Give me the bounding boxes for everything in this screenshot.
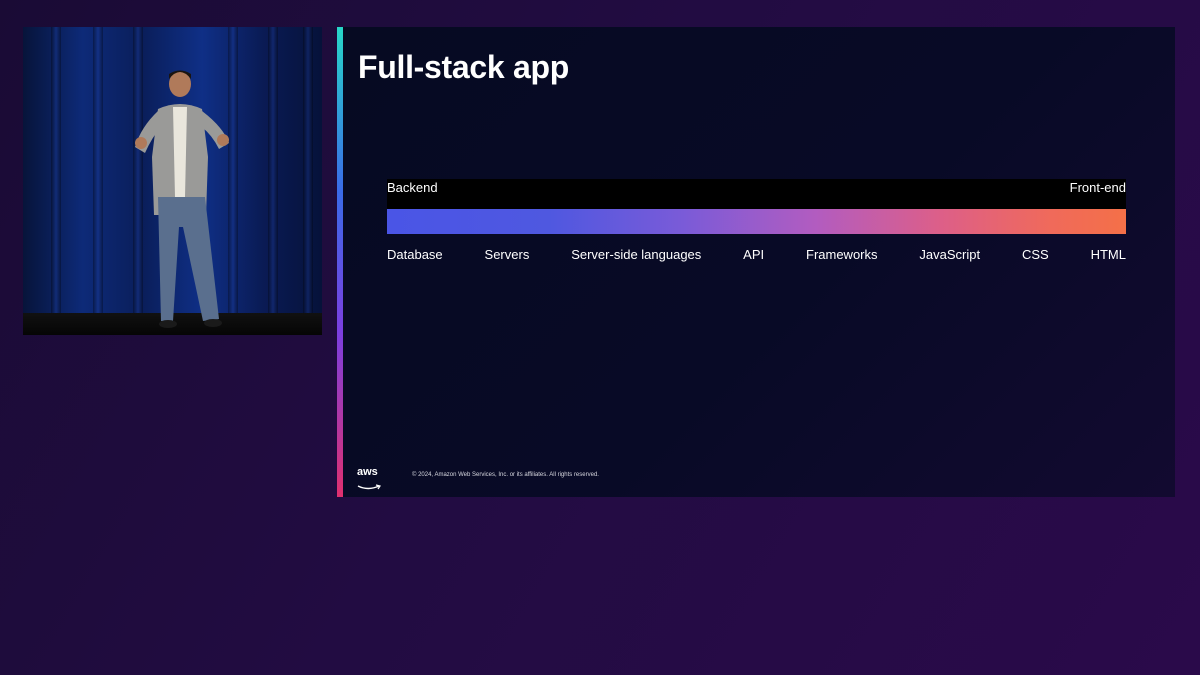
layer-api: API xyxy=(743,247,765,262)
speaker-figure xyxy=(135,70,229,328)
spectrum-label-band xyxy=(387,179,1126,209)
speaker-video xyxy=(23,27,322,335)
aws-smile-icon xyxy=(357,484,381,490)
layer-labels: Database Servers Server-side languages A… xyxy=(387,247,1126,265)
backend-label: Backend xyxy=(387,180,438,195)
layer-javascript: JavaScript xyxy=(919,247,981,262)
layer-frameworks: Frameworks xyxy=(806,247,878,262)
frontend-label: Front-end xyxy=(1069,180,1126,195)
layer-servers: Servers xyxy=(484,247,530,262)
copyright-notice: © 2024, Amazon Web Services, Inc. or its… xyxy=(412,472,599,478)
slide-title: Full-stack app xyxy=(358,49,569,85)
layer-html: HTML xyxy=(1090,247,1126,262)
slide-accent-bar xyxy=(337,27,343,497)
layer-css: CSS xyxy=(1021,247,1049,262)
layer-database: Database xyxy=(387,247,443,262)
spectrum-gradient-bar xyxy=(387,209,1126,234)
stack-spectrum: Backend Front-end Database Servers Serve… xyxy=(387,179,1126,262)
aws-logo: aws xyxy=(357,466,383,490)
layer-server-side-languages: Server-side languages xyxy=(571,247,702,262)
aws-logo-text: aws xyxy=(357,466,378,478)
presentation-slide: Full-stack app Backend Front-end Databas… xyxy=(337,27,1175,497)
